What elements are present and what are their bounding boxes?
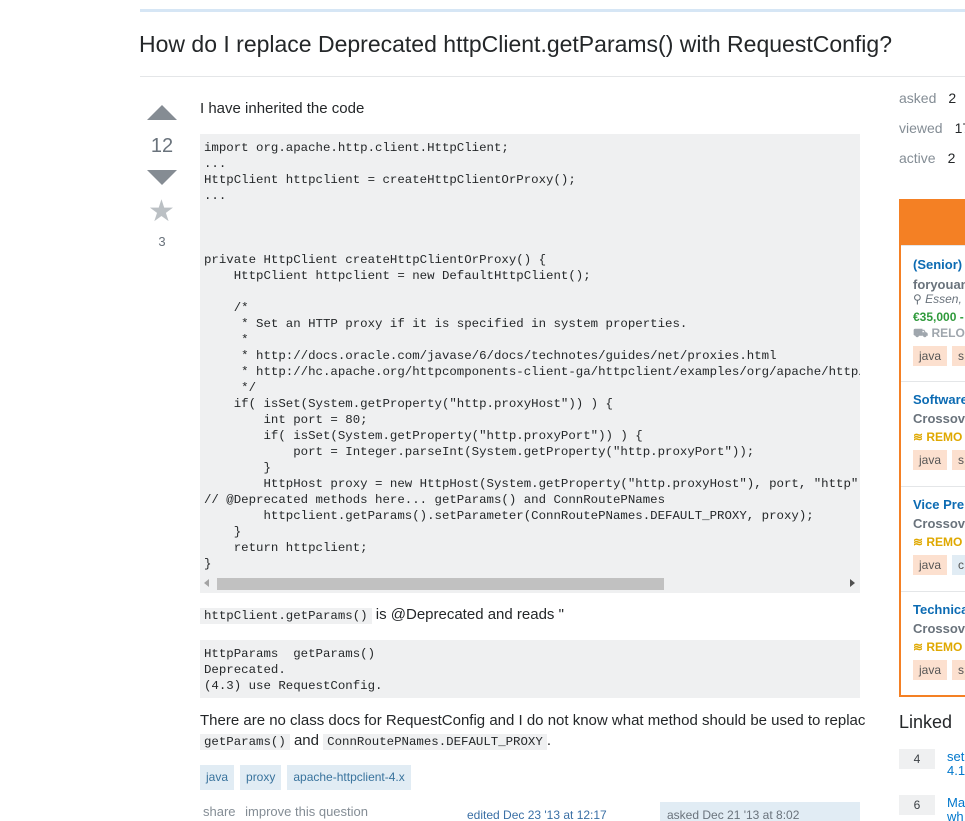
linked-title[interactable]: Ma wh xyxy=(947,796,965,821)
no-docs-paragraph: There are no class docs for RequestConfi… xyxy=(200,712,865,729)
stat-active-label: active xyxy=(899,150,936,166)
edited-link[interactable]: edited Dec 23 '13 at 12:17 xyxy=(467,808,607,821)
improve-question-link[interactable]: improve this question xyxy=(245,804,368,819)
wifi-icon: ≋ xyxy=(913,535,927,549)
share-link[interactable]: share xyxy=(203,804,236,819)
job-tags: java s xyxy=(913,660,965,680)
title-divider xyxy=(140,76,965,77)
job-company: Crossove xyxy=(913,411,965,426)
code-block: import org.apache.http.client.HttpClient… xyxy=(200,134,860,575)
vote-count: 12 xyxy=(150,135,174,157)
job-tag[interactable]: s xyxy=(952,660,965,680)
job-title[interactable]: Technica xyxy=(913,602,965,617)
scroll-left-arrow-icon[interactable] xyxy=(204,579,209,587)
code-block-deprecated: HttpParams getParams() Deprecated. (4.3)… xyxy=(200,640,860,698)
job-title[interactable]: Vice Pre xyxy=(913,497,964,512)
job-perk-text: REMO xyxy=(926,640,963,654)
linked-title-line1[interactable]: set xyxy=(947,749,964,764)
location-pin-icon: ⚲ xyxy=(913,292,926,306)
job-tag[interactable]: java xyxy=(913,660,948,680)
inline-code-getparams-2: getParams() xyxy=(200,734,290,750)
job-tags: java s xyxy=(913,450,965,470)
linked-title-line2[interactable]: wh xyxy=(947,809,964,821)
tag-apache-httpclient[interactable]: apache-httpclient-4.x xyxy=(287,765,411,790)
stat-viewed-value: 17 xyxy=(954,120,965,136)
stat-active-value: 2 xyxy=(947,150,956,166)
upvote-arrow-icon[interactable] xyxy=(147,105,177,120)
scroll-right-arrow-icon[interactable] xyxy=(850,579,855,587)
job-tag[interactable]: c xyxy=(952,555,965,575)
job-location-text: Essen, xyxy=(925,292,962,306)
job-perk-text: RELOC xyxy=(931,326,965,340)
linked-title-line1[interactable]: Ma xyxy=(947,795,965,810)
stat-asked-label: asked xyxy=(899,90,937,106)
deprecated-paragraph: httpClient.getParams() is @Deprecated an… xyxy=(200,606,564,624)
asked-timestamp: asked Dec 21 '13 at 8:02 xyxy=(667,808,800,821)
linked-score: 6 xyxy=(899,795,935,815)
stat-viewed: viewed 17 xyxy=(899,120,965,136)
tag-java[interactable]: java xyxy=(200,765,235,790)
linked-item[interactable]: 4 set 4.1 xyxy=(899,749,965,789)
job-listing[interactable]: Software Crossove ≋ REMO java s xyxy=(901,381,965,486)
job-perk: ≋ REMO xyxy=(913,640,962,654)
question-title[interactable]: How do I replace Deprecated httpClient.g… xyxy=(139,31,892,58)
jobs-panel: (Senior) foryouand ⚲ Essen, €35,000 - ⛟ … xyxy=(899,199,965,697)
stat-asked-value: 2 xyxy=(948,90,957,106)
job-title[interactable]: (Senior) xyxy=(913,257,962,272)
job-tag[interactable]: java xyxy=(913,555,948,575)
linked-title-line2[interactable]: 4.1 xyxy=(947,763,965,778)
job-perk: ≋ REMO xyxy=(913,430,962,444)
job-salary: €35,000 - xyxy=(913,310,964,324)
stat-viewed-label: viewed xyxy=(899,120,943,136)
stat-asked: asked 2 xyxy=(899,90,956,106)
favorite-star-icon[interactable]: ★ xyxy=(148,197,175,227)
job-location: ⚲ Essen, xyxy=(913,292,962,306)
wifi-icon: ≋ xyxy=(913,430,927,444)
linked-score: 4 xyxy=(899,749,935,769)
no-docs-paragraph-continued: getParams() and ConnRoutePNames.DEFAULT_… xyxy=(200,731,551,752)
truck-icon: ⛟ xyxy=(913,326,932,340)
jobs-panel-header xyxy=(901,201,965,245)
job-tags: java s xyxy=(913,346,965,366)
tag-proxy[interactable]: proxy xyxy=(240,765,282,790)
job-company: foryouand xyxy=(913,277,965,292)
downvote-arrow-icon[interactable] xyxy=(147,170,177,185)
wifi-icon: ≋ xyxy=(913,640,927,654)
job-tags: java c xyxy=(913,555,965,575)
period-text: . xyxy=(546,732,551,749)
inline-code-default-proxy: ConnRoutePNames.DEFAULT_PROXY xyxy=(323,734,547,750)
inline-code-getparams: httpClient.getParams() xyxy=(200,608,372,624)
job-title[interactable]: Software xyxy=(913,392,965,407)
question-intro-text: I have inherited the code xyxy=(200,100,365,117)
job-company: Crossove xyxy=(913,621,965,636)
and-text: and xyxy=(289,732,324,749)
question-tags: java proxy apache-httpclient-4.x xyxy=(200,765,411,790)
job-perk-text: REMO xyxy=(926,430,963,444)
job-listing[interactable]: Technica Crossove ≋ REMO java s xyxy=(901,591,965,695)
job-tag[interactable]: s xyxy=(952,450,965,470)
job-listing[interactable]: (Senior) foryouand ⚲ Essen, €35,000 - ⛟ … xyxy=(901,245,965,366)
job-listing[interactable]: Vice Pre Crossove ≋ REMO java c xyxy=(901,486,965,591)
favorite-count: 3 xyxy=(158,234,166,249)
linked-heading: Linked xyxy=(899,712,953,732)
code-horizontal-scrollbar[interactable] xyxy=(200,575,860,593)
job-tag[interactable]: java xyxy=(913,346,948,366)
job-tag[interactable]: java xyxy=(913,450,948,470)
post-menu: share improve this question xyxy=(203,804,374,819)
linked-title[interactable]: set 4.1 xyxy=(947,750,965,778)
job-perk-text: REMO xyxy=(926,535,963,549)
scrollbar-thumb[interactable] xyxy=(217,578,664,590)
deprecated-text: is @Deprecated and reads " xyxy=(371,606,564,623)
stat-active: active 2 xyxy=(899,150,955,166)
job-tag[interactable]: s xyxy=(952,346,965,366)
asked-info-card: asked Dec 21 '13 at 8:02 xyxy=(660,802,860,821)
job-perk: ⛟ RELOC xyxy=(913,326,965,342)
job-company: Crossove xyxy=(913,516,965,531)
linked-item[interactable]: 6 Ma wh xyxy=(899,795,965,821)
job-perk: ≋ REMO xyxy=(913,535,962,549)
top-accent-bar xyxy=(140,9,965,12)
